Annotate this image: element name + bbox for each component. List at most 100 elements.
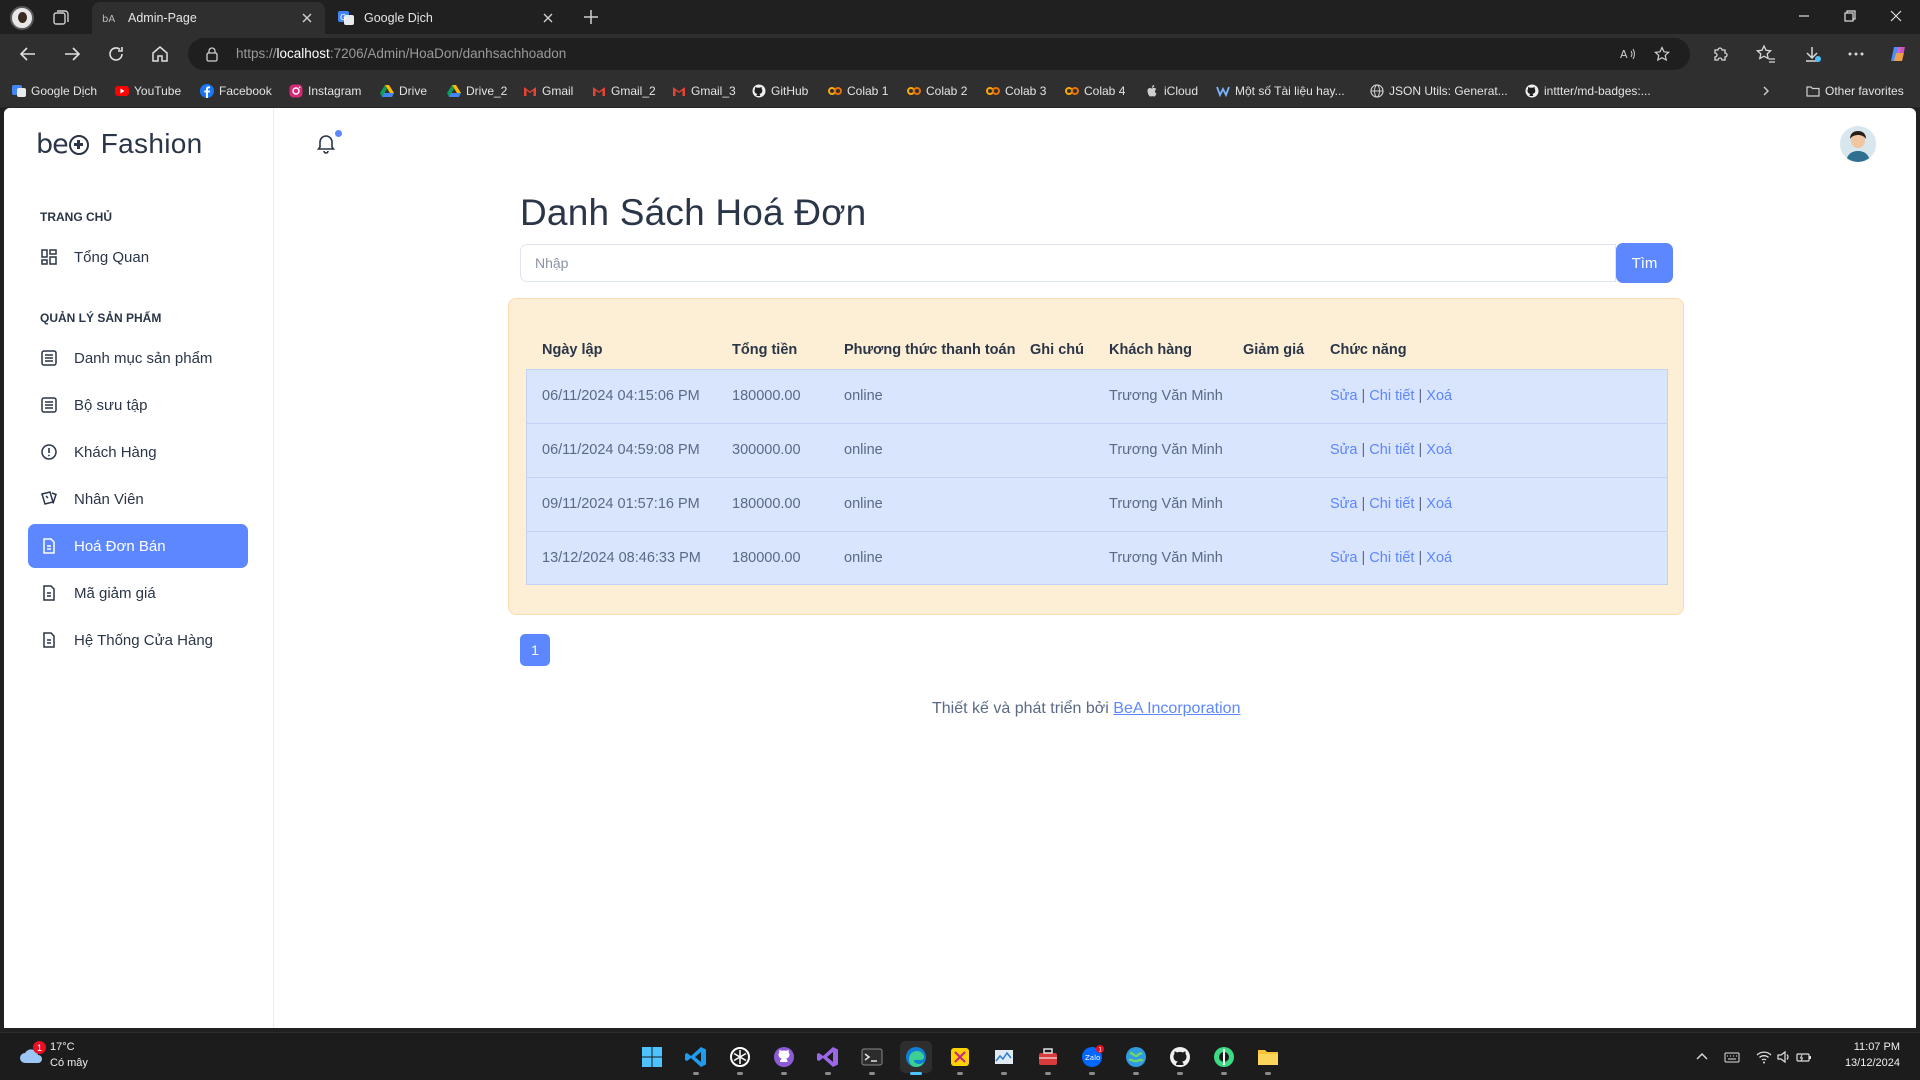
new-tab-icon[interactable]: [582, 8, 600, 26]
tab-google-dich[interactable]: G Google Dịch: [328, 2, 566, 34]
detail-link[interactable]: Chi tiết: [1369, 550, 1414, 566]
sidebar-item-label: Mã giảm giá: [74, 584, 156, 602]
volume-icon[interactable]: [1776, 1049, 1792, 1065]
address-bar[interactable]: https://localhost:7206/Admin/HoaDon/danh…: [188, 38, 1690, 70]
resource-monitor-icon[interactable]: [988, 1041, 1020, 1075]
browser-profile-avatar[interactable]: [10, 6, 34, 30]
battery-icon[interactable]: [1796, 1049, 1812, 1065]
github-icon[interactable]: [1164, 1041, 1196, 1075]
bookmark-other-favorites[interactable]: Other favorites: [1806, 82, 1904, 100]
edit-link[interactable]: Sửa: [1330, 388, 1357, 404]
delete-link[interactable]: Xoá: [1426, 442, 1452, 458]
cell-customer: Trương Văn Minh: [1109, 550, 1223, 566]
chevron-right-icon[interactable]: [1760, 85, 1772, 97]
sidebar-item-nhan-vien[interactable]: Nhân Viên: [28, 477, 248, 521]
edit-link[interactable]: Sửa: [1330, 442, 1357, 458]
close-tab-icon[interactable]: [299, 10, 315, 26]
delete-link[interactable]: Xoá: [1426, 496, 1452, 512]
detail-link[interactable]: Chi tiết: [1369, 496, 1414, 512]
android-studio-icon[interactable]: [1208, 1041, 1240, 1075]
windows-start-icon[interactable]: [636, 1041, 668, 1073]
bookmark-drive-2[interactable]: Drive_2: [447, 82, 507, 100]
github-desktop-icon[interactable]: [768, 1041, 800, 1075]
bookmark-youtube[interactable]: YouTube: [115, 82, 181, 100]
brand-logo[interactable]: be Fashion: [36, 128, 202, 160]
weather-description[interactable]: Có mây: [50, 1057, 88, 1069]
detail-link[interactable]: Chi tiết: [1369, 388, 1414, 404]
user-avatar[interactable]: [1840, 126, 1876, 162]
chevron-up-icon[interactable]: [1694, 1049, 1710, 1065]
forward-icon[interactable]: [62, 44, 82, 64]
bookmark-gmail[interactable]: Gmail: [523, 82, 573, 100]
chatgpt-icon[interactable]: [724, 1041, 756, 1075]
bookmark-drive[interactable]: Drive: [380, 82, 427, 100]
minimize-icon[interactable]: [1796, 8, 1812, 24]
bookmark-colab-2[interactable]: Colab 2: [907, 82, 967, 100]
bookmark-colab-3[interactable]: Colab 3: [986, 82, 1046, 100]
favorites-icon[interactable]: [1756, 44, 1776, 64]
cell-date: 06/11/2024 04:59:08 PM: [542, 442, 700, 458]
clock-date[interactable]: 13/12/2024: [1845, 1057, 1900, 1069]
edit-link[interactable]: Sửa: [1330, 496, 1357, 512]
detail-link[interactable]: Chi tiết: [1369, 442, 1414, 458]
vscode-icon[interactable]: [680, 1041, 712, 1075]
sidebar-item-tong-quan[interactable]: Tổng Quan: [28, 235, 248, 279]
downloads-icon[interactable]: [1802, 44, 1822, 64]
back-icon[interactable]: [18, 44, 38, 64]
footer-link[interactable]: BeA Incorporation: [1113, 700, 1240, 717]
edit-link[interactable]: Sửa: [1330, 550, 1357, 566]
globe-app-icon[interactable]: [1120, 1041, 1152, 1075]
bookmark-gmail-3[interactable]: Gmail_3: [672, 82, 736, 100]
terminal-icon[interactable]: [856, 1041, 888, 1075]
refresh-icon[interactable]: [106, 44, 126, 64]
sidebar-item-hoa-don-ban[interactable]: Hoá Đơn Bán: [28, 524, 248, 568]
restore-icon[interactable]: [1842, 8, 1858, 24]
extensions-icon[interactable]: [1710, 44, 1730, 64]
more-menu-icon[interactable]: [1846, 44, 1866, 64]
delete-link[interactable]: Xoá: [1426, 388, 1452, 404]
url-text[interactable]: https://localhost:7206/Admin/HoaDon/danh…: [236, 46, 566, 61]
bookmark-github[interactable]: GitHub: [752, 82, 808, 100]
bookmark-colab-4[interactable]: Colab 4: [1065, 82, 1125, 100]
sidebar-item-he-thong-cua-hang[interactable]: Hệ Thống Cửa Hàng: [28, 618, 248, 662]
file-explorer-icon[interactable]: [1252, 1041, 1284, 1075]
search-button[interactable]: Tìm: [1616, 243, 1673, 283]
sidebar-item-ma-giam-gia[interactable]: Mã giảm giá: [28, 571, 248, 615]
close-tab-icon[interactable]: [540, 10, 556, 26]
keyboard-icon[interactable]: [1724, 1049, 1740, 1065]
toolbox-icon[interactable]: [1032, 1041, 1064, 1075]
bookmark-tai-lieu[interactable]: Một số Tài liệu hay...: [1216, 82, 1345, 100]
bookmark-md-badges[interactable]: inttter/md-badges:...: [1525, 82, 1651, 100]
home-icon[interactable]: [150, 44, 170, 64]
sidebar-item-danh-muc-san-pham[interactable]: Danh mục sản phẩm: [28, 336, 248, 380]
search-input[interactable]: [520, 244, 1616, 282]
copilot-icon[interactable]: [1888, 44, 1908, 64]
pagination-page-1[interactable]: 1: [520, 634, 550, 666]
bookmark-json-utils[interactable]: JSON Utils: Generat...: [1370, 82, 1508, 100]
clock-time[interactable]: 11:07 PM: [1854, 1041, 1900, 1053]
close-window-icon[interactable]: [1888, 8, 1904, 24]
wifi-icon[interactable]: [1756, 1049, 1772, 1065]
edge-icon[interactable]: [900, 1041, 932, 1075]
bookmark-icloud[interactable]: iCloud: [1145, 82, 1198, 100]
read-aloud-icon[interactable]: A: [1620, 46, 1636, 62]
bookmark-facebook[interactable]: Facebook: [200, 82, 272, 100]
weather-temperature[interactable]: 17°C: [50, 1041, 75, 1053]
notification-bell-icon[interactable]: [315, 132, 337, 154]
globe-icon: [1370, 84, 1384, 98]
workspaces-icon[interactable]: [52, 8, 70, 26]
visual-studio-icon[interactable]: [812, 1041, 844, 1075]
bookmark-instagram[interactable]: Instagram: [289, 82, 361, 100]
bookmark-google-dich[interactable]: Google Dịch: [12, 82, 97, 100]
favorite-star-icon[interactable]: [1654, 46, 1670, 62]
snipping-icon[interactable]: [944, 1041, 976, 1075]
delete-link[interactable]: Xoá: [1426, 550, 1452, 566]
bookmark-colab-1[interactable]: Colab 1: [828, 82, 888, 100]
column-header-ngay-lap: Ngày lập: [542, 342, 603, 358]
bookmark-gmail-2[interactable]: Gmail_2: [592, 82, 656, 100]
zalo-icon[interactable]: Zalo 1: [1076, 1041, 1108, 1075]
tab-admin-page[interactable]: bA Admin-Page: [92, 2, 325, 34]
sidebar-item-khach-hang[interactable]: Khách Hàng: [28, 430, 248, 474]
lock-icon[interactable]: [204, 46, 220, 62]
sidebar-item-bo-suu-tap[interactable]: Bộ sưu tập: [28, 383, 248, 427]
